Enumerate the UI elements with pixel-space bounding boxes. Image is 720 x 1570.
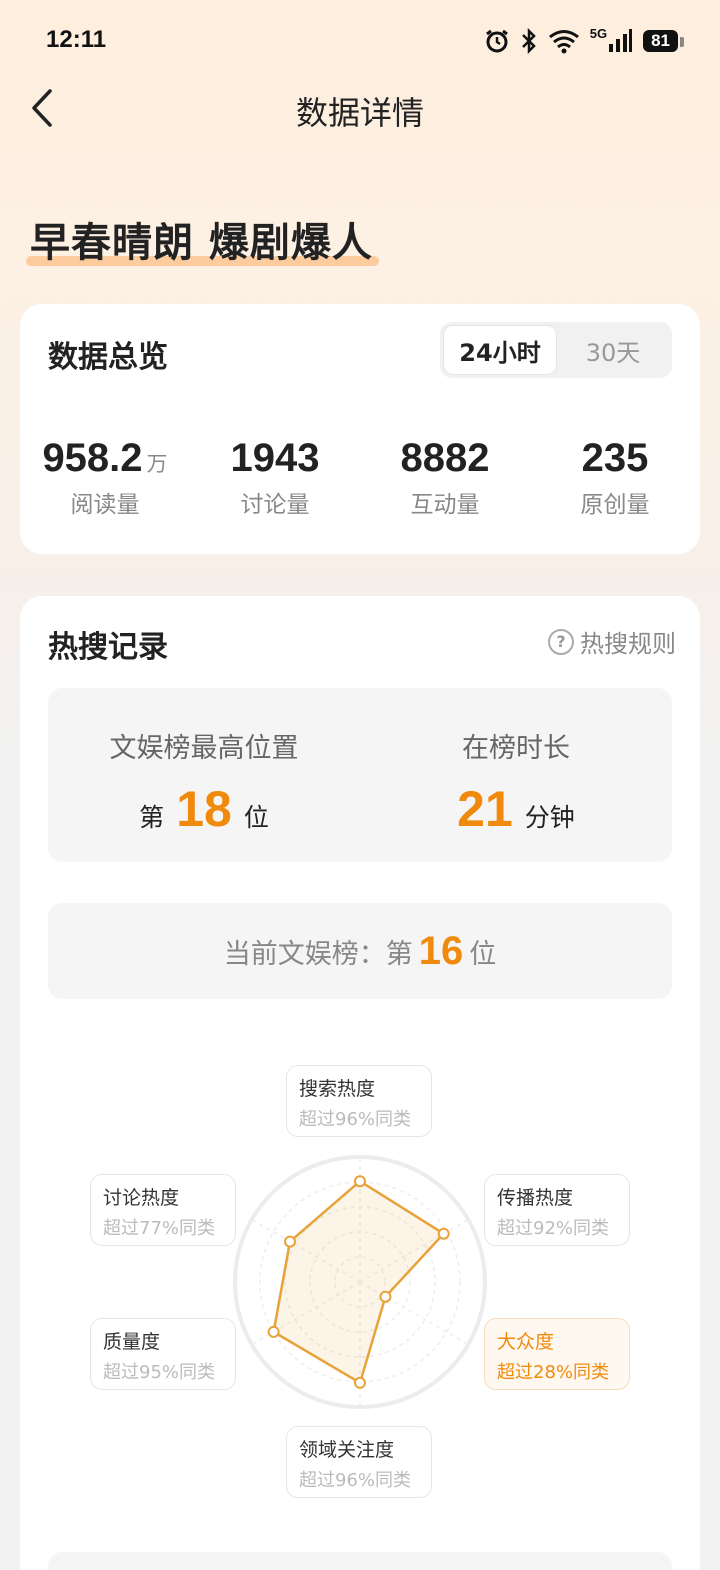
tab-24h[interactable]: 24小时 xyxy=(443,325,557,375)
radar-dim-name: 大众度 xyxy=(497,1331,555,1353)
stat-value: 235 xyxy=(581,436,649,480)
radar-point xyxy=(354,1376,366,1389)
radar-dim-name: 领域关注度 xyxy=(299,1439,395,1461)
stat-label: 原创量 xyxy=(580,492,650,518)
radar-label-domain-attention: 领域关注度 超过96%同类 xyxy=(286,1426,432,1498)
battery-indicator: 81 xyxy=(643,30,684,52)
radar-area xyxy=(272,1179,445,1385)
stat-unit: 万 xyxy=(146,453,168,476)
next-section-card xyxy=(48,1552,672,1570)
alarm-icon xyxy=(485,29,508,53)
radar-label-popularity: 大众度 超过28%同类 xyxy=(484,1318,630,1390)
status-time: 12:11 xyxy=(46,26,107,53)
time-range-toggle: 24小时 30天 xyxy=(440,322,672,378)
radar-point xyxy=(354,1175,366,1188)
topic-header: 早春晴朗 爆剧爆人 xyxy=(26,210,379,268)
radar-point xyxy=(283,1235,296,1248)
radar-label-search-heat: 搜索热度 超过96%同类 xyxy=(286,1065,432,1137)
radar-dim-desc: 超过92%同类 xyxy=(497,1218,610,1239)
overview-title: 数据总览 xyxy=(48,340,168,375)
radar-point xyxy=(267,1325,280,1338)
radar-dim-desc: 超过77%同类 xyxy=(103,1218,216,1239)
radar-point xyxy=(437,1227,450,1240)
stat-original: 235 原创量 xyxy=(530,436,700,519)
radar-dim-desc: 超过96%同类 xyxy=(299,1470,412,1491)
radar-dim-desc: 超过28%同类 xyxy=(497,1362,610,1383)
radar-dim-name: 传播热度 xyxy=(497,1187,574,1209)
radar-dim-name: 质量度 xyxy=(103,1331,161,1353)
radar-dim-desc: 超过95%同类 xyxy=(103,1362,216,1383)
stat-label: 互动量 xyxy=(410,492,480,518)
radar-label-spread-heat: 传播热度 超过92%同类 xyxy=(484,1174,630,1246)
stat-value: 958.2 xyxy=(42,436,143,480)
stats-row: 958.2 万 阅读量 1943 讨论量 8882 互动量 235 原创量 xyxy=(20,436,700,519)
stat-discussion: 1943 讨论量 xyxy=(190,436,360,519)
bluetooth-icon xyxy=(521,28,536,54)
signal-icon xyxy=(609,29,633,52)
radar-label-discussion-heat: 讨论热度 超过77%同类 xyxy=(90,1174,236,1246)
radar-dim-desc: 超过96%同类 xyxy=(299,1109,412,1130)
radar-dim-name: 搜索热度 xyxy=(299,1078,376,1100)
stat-value: 1943 xyxy=(230,436,320,480)
topic-title: 早春晴朗 爆剧爆人 xyxy=(30,220,373,266)
page-title: 数据详情 xyxy=(295,94,424,132)
radar-dim-name: 讨论热度 xyxy=(103,1187,180,1209)
radar-label-quality: 质量度 超过95%同类 xyxy=(90,1318,236,1390)
data-overview-card: 数据总览 24小时 30天 958.2 万 阅读量 1943 讨论量 8882 互… xyxy=(20,304,700,554)
stat-label: 讨论量 xyxy=(240,492,310,518)
radar-point xyxy=(379,1290,392,1303)
network-type: 5G xyxy=(589,25,608,41)
status-bar: 12:11 5G 81 xyxy=(0,0,720,80)
stat-read: 958.2 万 阅读量 xyxy=(20,436,190,519)
status-icons: 5G 81 xyxy=(484,25,684,56)
stat-interaction: 8882 互动量 xyxy=(360,436,530,519)
tab-30d[interactable]: 30天 xyxy=(557,325,669,375)
stat-value: 8882 xyxy=(400,436,490,480)
stat-label: 阅读量 xyxy=(70,492,140,518)
hot-search-card: 热搜记录 ? 热搜规则 文娱榜最高位置 第 18 位 在榜时长 21 分钟 当前… xyxy=(20,596,700,1570)
wifi-icon xyxy=(548,30,579,54)
